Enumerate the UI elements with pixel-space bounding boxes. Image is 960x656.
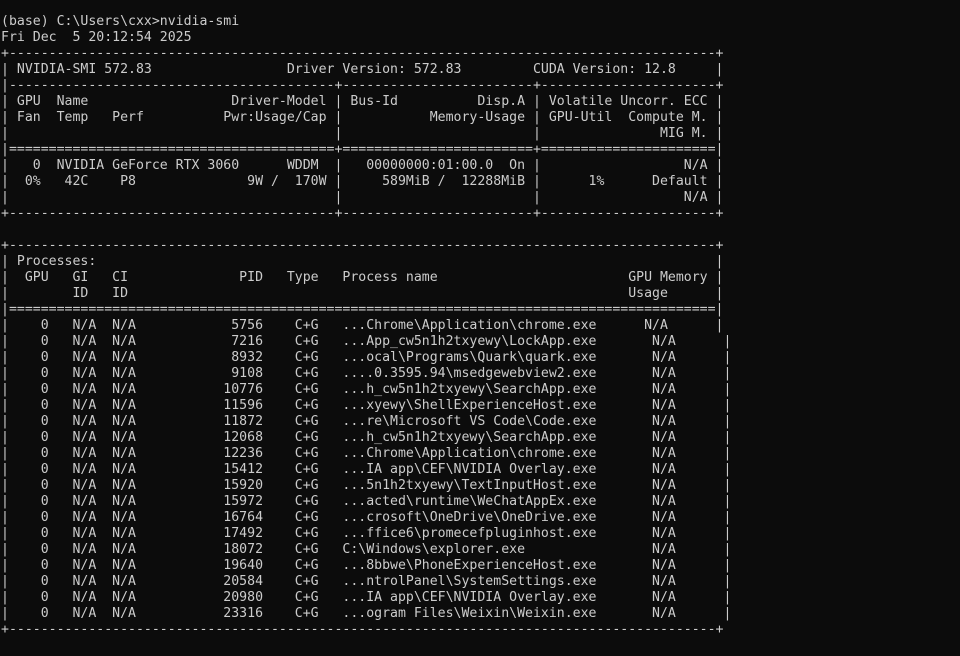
process-row: | 0 N/A N/A 23316 C+G ...ogram Files\Wei… (1, 606, 732, 621)
process-row: | 0 N/A N/A 15972 C+G ...acted\runtime\W… (1, 494, 732, 509)
table-border-line: +---------------------------------------… (1, 206, 724, 221)
table-border-line: |=======================================… (1, 142, 724, 157)
process-row: | 0 N/A N/A 19640 C+G ...8bbwe\PhoneExpe… (1, 558, 732, 573)
terminal-line: | Processes: | (1, 254, 724, 269)
terminal-line: | ID ID Usage | (1, 286, 724, 301)
terminal-line: | 0% 42C P8 9W / 170W | 589MiB / 12288Mi… (1, 174, 724, 189)
terminal-output: (base) C:\Users\cxx>nvidia-smi Fri Dec 5 … (1, 14, 960, 638)
terminal-line: | GPU GI CI PID Type Process name GPU Me… (1, 270, 724, 285)
process-row: | 0 N/A N/A 18072 C+G C:\Windows\explore… (1, 542, 732, 557)
process-row: | 0 N/A N/A 7216 C+G ...App_cw5n1h2txyew… (1, 334, 732, 349)
table-border-line: +---------------------------------------… (1, 46, 724, 61)
console-window[interactable]: (base) C:\Users\cxx>nvidia-smi Fri Dec 5 … (0, 0, 960, 656)
process-row: | 0 N/A N/A 9108 C+G ....0.3595.94\msedg… (1, 366, 732, 381)
process-row: | 0 N/A N/A 16764 C+G ...crosoft\OneDriv… (1, 510, 732, 525)
process-row: | 0 N/A N/A 12236 C+G ...Chrome\Applicat… (1, 446, 732, 461)
process-row: | 0 N/A N/A 11596 C+G ...xyewy\ShellExpe… (1, 398, 732, 413)
terminal-line: | Fan Temp Perf Pwr:Usage/Cap | Memory-U… (1, 110, 724, 125)
command-prompt-line: (base) C:\Users\cxx>nvidia-smi (1, 14, 240, 29)
table-border-line: |=======================================… (1, 302, 724, 317)
table-border-line: +---------------------------------------… (1, 622, 724, 637)
terminal-line: | NVIDIA-SMI 572.83 Driver Version: 572.… (1, 62, 724, 77)
table-border-line: +---------------------------------------… (1, 238, 724, 253)
terminal-line: | GPU Name Driver-Model | Bus-Id Disp.A … (1, 94, 724, 109)
process-row: | 0 N/A N/A 10776 C+G ...h_cw5n1h2txyewy… (1, 382, 732, 397)
table-border-line: |---------------------------------------… (1, 78, 724, 93)
terminal-line: | 0 NVIDIA GeForce RTX 3060 WDDM | 00000… (1, 158, 724, 173)
process-row: | 0 N/A N/A 15412 C+G ...IA app\CEF\NVID… (1, 462, 732, 477)
process-row: | 0 N/A N/A 5756 C+G ...Chrome\Applicati… (1, 318, 724, 333)
process-row: | 0 N/A N/A 15920 C+G ...5n1h2txyewy\Tex… (1, 478, 732, 493)
process-row: | 0 N/A N/A 20584 C+G ...ntrolPanel\Syst… (1, 574, 732, 589)
process-row: | 0 N/A N/A 12068 C+G ...h_cw5n1h2txyewy… (1, 430, 732, 445)
terminal-line: | | | N/A | (1, 190, 724, 205)
process-row: | 0 N/A N/A 17492 C+G ...ffice6\promecef… (1, 526, 732, 541)
terminal-line: | | | MIG M. | (1, 126, 724, 141)
process-row: | 0 N/A N/A 11872 C+G ...re\Microsoft VS… (1, 414, 732, 429)
process-row: | 0 N/A N/A 20980 C+G ...IA app\CEF\NVID… (1, 590, 732, 605)
process-row: | 0 N/A N/A 8932 C+G ...ocal\Programs\Qu… (1, 350, 732, 365)
timestamp-line: Fri Dec 5 20:12:54 2025 (1, 30, 192, 45)
